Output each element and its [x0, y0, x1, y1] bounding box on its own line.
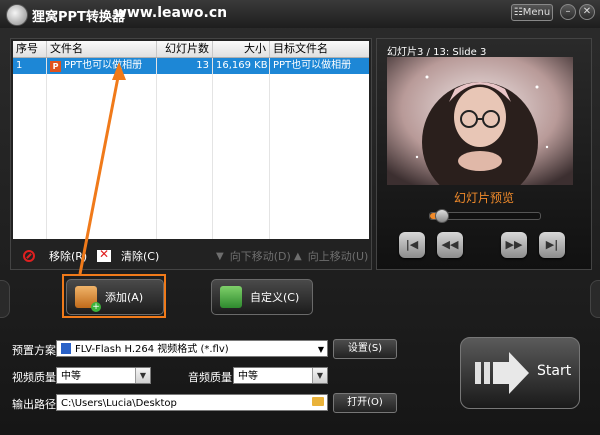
remove-icon [23, 250, 35, 262]
column-header-filename[interactable]: 文件名 [47, 41, 157, 57]
preset-label: 预置方案: [12, 344, 60, 357]
list-actions-bar: 移除(R) 清除(C) ▼ 向下移动(D) ▲ 向上移动(U) [11, 245, 371, 265]
move-down-button[interactable]: ▼ 向下移动(D) [216, 248, 291, 264]
start-arrow-icon [475, 352, 529, 394]
prev-slide-button[interactable]: ◀◀ [437, 232, 463, 258]
app-url: www.leawo.cn [114, 5, 228, 21]
move-up-label: 向上移动(U) [307, 250, 369, 263]
close-button[interactable]: ✕ [579, 4, 595, 20]
clear-button[interactable]: 清除(C) [97, 247, 160, 264]
add-button[interactable]: + 添加(A) [66, 279, 164, 315]
file-list-panel: 序号 文件名 幻灯片数 大小 目标文件名 1 P PPT也可以做相册 13 16,… [10, 38, 372, 270]
start-label: Start [537, 363, 572, 379]
output-path-field[interactable]: C:\Users\Lucia\Desktop [56, 394, 328, 411]
file-table[interactable]: 序号 文件名 幻灯片数 大小 目标文件名 1 P PPT也可以做相册 13 16,… [13, 41, 369, 239]
app-window: 狸窝PPT转换器 www.leawo.cn ☷Menu – ✕ 序号 文件名 幻… [0, 0, 600, 435]
last-icon: ▶| [545, 238, 559, 251]
output-path-value: C:\Users\Lucia\Desktop [61, 398, 177, 409]
audio-quality-select[interactable]: 中等 ▼ [233, 367, 328, 384]
next-slide-button[interactable]: ▶▶ [501, 232, 527, 258]
menu-button[interactable]: ☷Menu [511, 4, 553, 21]
video-quality-value: 中等 [61, 371, 81, 382]
right-side-tab [590, 280, 600, 318]
tools-icon [220, 286, 242, 308]
open-folder-button[interactable]: 打开(O) [333, 393, 397, 413]
customize-button[interactable]: 自定义(C) [211, 279, 313, 315]
first-slide-button[interactable]: |◀ [399, 232, 425, 258]
remove-label: 移除(R) [49, 250, 88, 263]
customize-button-label: 自定义(C) [250, 291, 300, 304]
preview-slider-handle[interactable] [435, 209, 449, 223]
move-down-icon: ▼ [216, 250, 224, 262]
app-title: 狸窝PPT转换器 [32, 10, 125, 25]
flv-format-icon [61, 343, 71, 354]
remove-button[interactable]: 移除(R) [23, 248, 87, 264]
title-bar[interactable]: 狸窝PPT转换器 www.leawo.cn ☷Menu – ✕ [0, 0, 600, 28]
clear-label: 清除(C) [121, 250, 160, 263]
preview-slider[interactable] [429, 209, 541, 223]
cell-filename-text: PPT也可以做相册 [64, 60, 143, 71]
chevron-down-icon: ▼ [135, 368, 150, 383]
start-button[interactable]: Start [460, 337, 580, 409]
menu-label: Menu [522, 7, 551, 18]
table-grid-lines [13, 58, 369, 239]
table-header: 序号 文件名 幻灯片数 大小 目标文件名 [13, 41, 369, 58]
preset-select-value: FLV-Flash H.264 视频格式 (*.flv) [75, 344, 229, 355]
cell-slides: 13 [157, 58, 213, 74]
last-slide-button[interactable]: ▶| [539, 232, 565, 258]
output-path-label: 输出路径: [12, 398, 60, 411]
column-header-size[interactable]: 大小 [213, 41, 270, 57]
slide-counter: 幻灯片3 / 13: Slide 3 [387, 47, 487, 58]
cell-target: PPT也可以做相册 [273, 60, 352, 71]
move-down-label: 向下移动(D) [229, 250, 291, 263]
column-header-index[interactable]: 序号 [13, 41, 47, 57]
cell-index: 1 [13, 58, 47, 74]
move-up-icon: ▲ [294, 250, 302, 262]
table-row[interactable]: 1 P PPT也可以做相册 13 16,169 KB PPT也可以做相册 [13, 58, 369, 74]
first-icon: |◀ [405, 238, 419, 251]
folder-icon[interactable] [312, 397, 324, 406]
settings-button[interactable]: 设置(S) [333, 339, 397, 359]
rewind-icon: ◀◀ [441, 238, 459, 251]
slide-preview-image [387, 57, 573, 185]
add-file-icon: + [75, 286, 101, 312]
chevron-down-icon: ▼ [317, 345, 324, 354]
move-up-button[interactable]: ▲ 向上移动(U) [294, 248, 368, 264]
video-quality-label: 视频质量: [12, 371, 60, 384]
left-side-tab [0, 280, 10, 318]
column-header-target[interactable]: 目标文件名 [270, 41, 369, 57]
preset-select[interactable]: FLV-Flash H.264 视频格式 (*.flv) ▼ [56, 340, 328, 357]
audio-quality-label: 音频质量: [188, 371, 236, 384]
chevron-down-icon: ▼ [312, 368, 327, 383]
ppt-file-icon: P [50, 61, 61, 72]
video-quality-select[interactable]: 中等 ▼ [56, 367, 151, 384]
cell-filename: P PPT也可以做相册 [47, 58, 157, 74]
preview-panel: 幻灯片3 / 13: Slide 3 幻灯片预览 |◀ ◀◀ ▶▶ ▶| [376, 38, 592, 270]
column-header-slides[interactable]: 幻灯片数 [157, 41, 213, 57]
forward-icon: ▶▶ [505, 238, 523, 251]
clear-icon [97, 247, 111, 262]
minimize-button[interactable]: – [560, 4, 576, 20]
add-button-label: 添加(A) [105, 291, 144, 304]
audio-quality-value: 中等 [238, 371, 258, 382]
app-logo-icon [6, 4, 28, 26]
preview-caption: 幻灯片预览 [453, 191, 514, 205]
cell-size: 16,169 KB [213, 58, 270, 74]
